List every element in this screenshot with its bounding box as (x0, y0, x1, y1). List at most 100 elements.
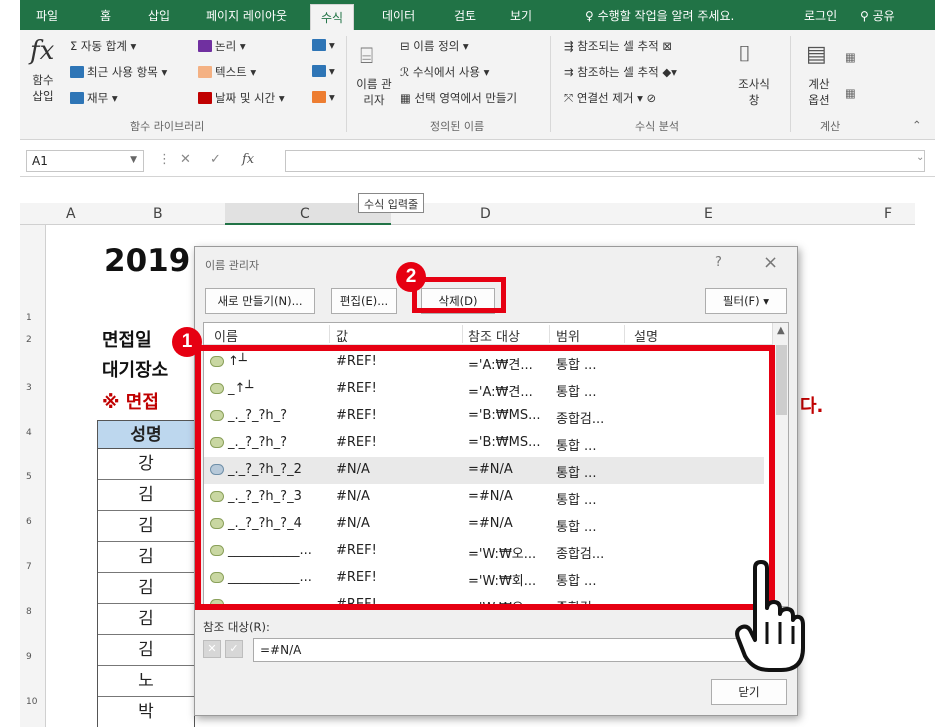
row-header[interactable]: 3 (26, 383, 32, 393)
tell-me-box[interactable]: ♀ 수행할 작업을 알려 주세요. (585, 7, 734, 24)
more-functions-icon (312, 91, 326, 103)
confirm-refers-icon[interactable]: ✓ (225, 640, 243, 658)
column-divider (624, 325, 625, 343)
insert-function-button[interactable]: 함수 삽입 (28, 72, 58, 104)
cancel-icon[interactable]: ✕ (180, 152, 191, 167)
formula-bar: A1 ▼ ⋮ ✕ ✓ fx ⌄ (20, 145, 935, 177)
tag-icon: ⊟ (400, 39, 414, 53)
column-header-name[interactable]: 이름 (214, 326, 238, 345)
create-from-selection-button[interactable]: ▦ 선택 영역에서 만들기 (400, 90, 517, 106)
table-header: 성명 (98, 421, 194, 449)
datetime-button[interactable]: 날짜 및 시간 ▾ (198, 90, 285, 106)
column-header-e[interactable]: E (704, 206, 713, 222)
table-row: 노 (98, 666, 194, 697)
ribbon-tab-bar: 파일 홈 삽입 페이지 레이아웃 수식 데이터 검토 보기 ♀ 수행할 작업을 … (20, 0, 935, 30)
question-icon (198, 40, 212, 52)
highlight-delete-button (412, 277, 506, 313)
step-badge-1: 1 (172, 327, 202, 357)
close-button[interactable]: 닫기 (711, 679, 787, 705)
group-separator (550, 36, 551, 132)
column-header-refers[interactable]: 참조 대상 (468, 326, 520, 345)
group-separator (346, 36, 347, 132)
logical-button[interactable]: 논리 ▾ (198, 38, 246, 54)
new-name-button[interactable]: 새로 만들기(N)... (205, 288, 315, 314)
name-box[interactable]: A1 ▼ (26, 150, 144, 172)
calc-options-button[interactable]: 계산 옵션 (802, 76, 836, 108)
share-button[interactable]: ⚲ 공유 (860, 7, 895, 24)
watch-window-icon: ⌷ (738, 42, 752, 67)
person-icon: ⚲ (860, 9, 873, 23)
name-manager-button[interactable]: 이름 관리자 (354, 76, 394, 108)
watch-window-button[interactable]: 조사식 창 (732, 76, 776, 108)
row-header[interactable]: 8 (26, 607, 32, 617)
formula-input[interactable] (285, 150, 925, 172)
row-header[interactable]: 2 (26, 335, 32, 345)
star-icon (70, 66, 84, 78)
calculator-icon: ▤ (806, 42, 827, 67)
lookup-button[interactable]: ▾ (312, 38, 335, 52)
edit-name-button[interactable]: 편집(E)... (331, 288, 397, 314)
autosum-button[interactable]: Σ 자동 합계 ▾ (70, 38, 136, 54)
calc-sheet-icon[interactable]: ▦ (845, 86, 856, 100)
theta-icon (312, 65, 326, 77)
tab-formulas[interactable]: 수식 (310, 4, 355, 30)
column-header-value[interactable]: 값 (336, 326, 348, 345)
tab-view[interactable]: 보기 (510, 7, 532, 24)
column-header-c[interactable]: C (300, 206, 310, 222)
scrollbar-thumb[interactable] (776, 345, 787, 415)
column-header-d[interactable]: D (480, 206, 491, 222)
remove-arrows-button[interactable]: ⤧ 연결선 제거 ▾ ⊘ (564, 90, 656, 106)
grid-icon: ▦ (400, 91, 415, 105)
define-name-button[interactable]: ⊟ 이름 정의 ▾ (400, 38, 469, 54)
tab-file[interactable]: 파일 (36, 7, 58, 24)
close-icon[interactable]: × (763, 252, 778, 273)
finance-button[interactable]: 재무 ▾ (70, 90, 118, 106)
login-link[interactable]: 로그인 (804, 7, 837, 24)
refers-to-field[interactable]: =#N/A (253, 638, 789, 662)
table-row: 김 (98, 604, 194, 635)
trace-precedents-button[interactable]: ⇶ 참조되는 셀 추적 ⊠ (564, 38, 672, 54)
table-row: 김 (98, 480, 194, 511)
highlight-names-list (195, 345, 775, 610)
row-header[interactable]: 7 (26, 562, 32, 572)
tab-home[interactable]: 홈 (100, 7, 111, 24)
trace-dependents-icon: ⇉ (564, 65, 578, 79)
tab-review[interactable]: 검토 (454, 7, 476, 24)
tab-page-layout[interactable]: 페이지 레이아웃 (206, 7, 287, 24)
tab-data[interactable]: 데이터 (382, 7, 415, 24)
column-header-a[interactable]: A (66, 206, 76, 222)
insert-function-icon[interactable]: fx (242, 152, 254, 167)
row-header[interactable]: 5 (26, 472, 32, 482)
calc-now-icon[interactable]: ▦ (845, 50, 856, 64)
filter-button[interactable]: 필터(F) ▾ (705, 288, 787, 314)
row-header[interactable]: 6 (26, 517, 32, 527)
math-button[interactable]: ▾ (312, 64, 335, 78)
text-icon (198, 66, 212, 78)
tab-insert[interactable]: 삽입 (148, 7, 170, 24)
collapse-ribbon-icon[interactable]: ⌃ (912, 118, 922, 132)
text-button[interactable]: 텍스트 ▾ (198, 64, 256, 80)
column-header-comment[interactable]: 설명 (634, 326, 658, 345)
expand-formula-bar-icon[interactable]: ⌄ (916, 152, 924, 163)
row-headers: 1 2 3 4 5 6 7 8 9 10 (20, 225, 46, 727)
trace-dependents-button[interactable]: ⇉ 참조하는 셀 추적 ◆▾ (564, 64, 677, 80)
row-header[interactable]: 1 (26, 313, 32, 323)
scroll-up-icon[interactable]: ▲ (777, 325, 785, 336)
enter-icon[interactable]: ✓ (210, 152, 221, 167)
dialog-title: 이름 관리자 (205, 259, 260, 272)
table-row: 김 (98, 635, 194, 666)
recent-button[interactable]: 최근 사용 항목 ▾ (70, 64, 167, 80)
column-header-b[interactable]: B (153, 206, 163, 222)
use-in-formula-button[interactable]: ℛ 수식에서 사용 ▾ (400, 64, 489, 80)
notice-tail-text: 다. (800, 396, 824, 417)
more-functions-button[interactable]: ▾ (312, 90, 335, 104)
notice-text: ※ 면접 (102, 392, 159, 413)
book-icon (70, 92, 84, 104)
column-header-scope[interactable]: 범위 (556, 326, 580, 345)
row-header[interactable]: 9 (26, 652, 32, 662)
cancel-refers-icon[interactable]: ✕ (203, 640, 221, 658)
row-header[interactable]: 4 (26, 428, 32, 438)
row-header[interactable]: 10 (26, 697, 37, 707)
column-header-f[interactable]: F (884, 206, 892, 222)
help-button[interactable]: ? (715, 255, 722, 270)
